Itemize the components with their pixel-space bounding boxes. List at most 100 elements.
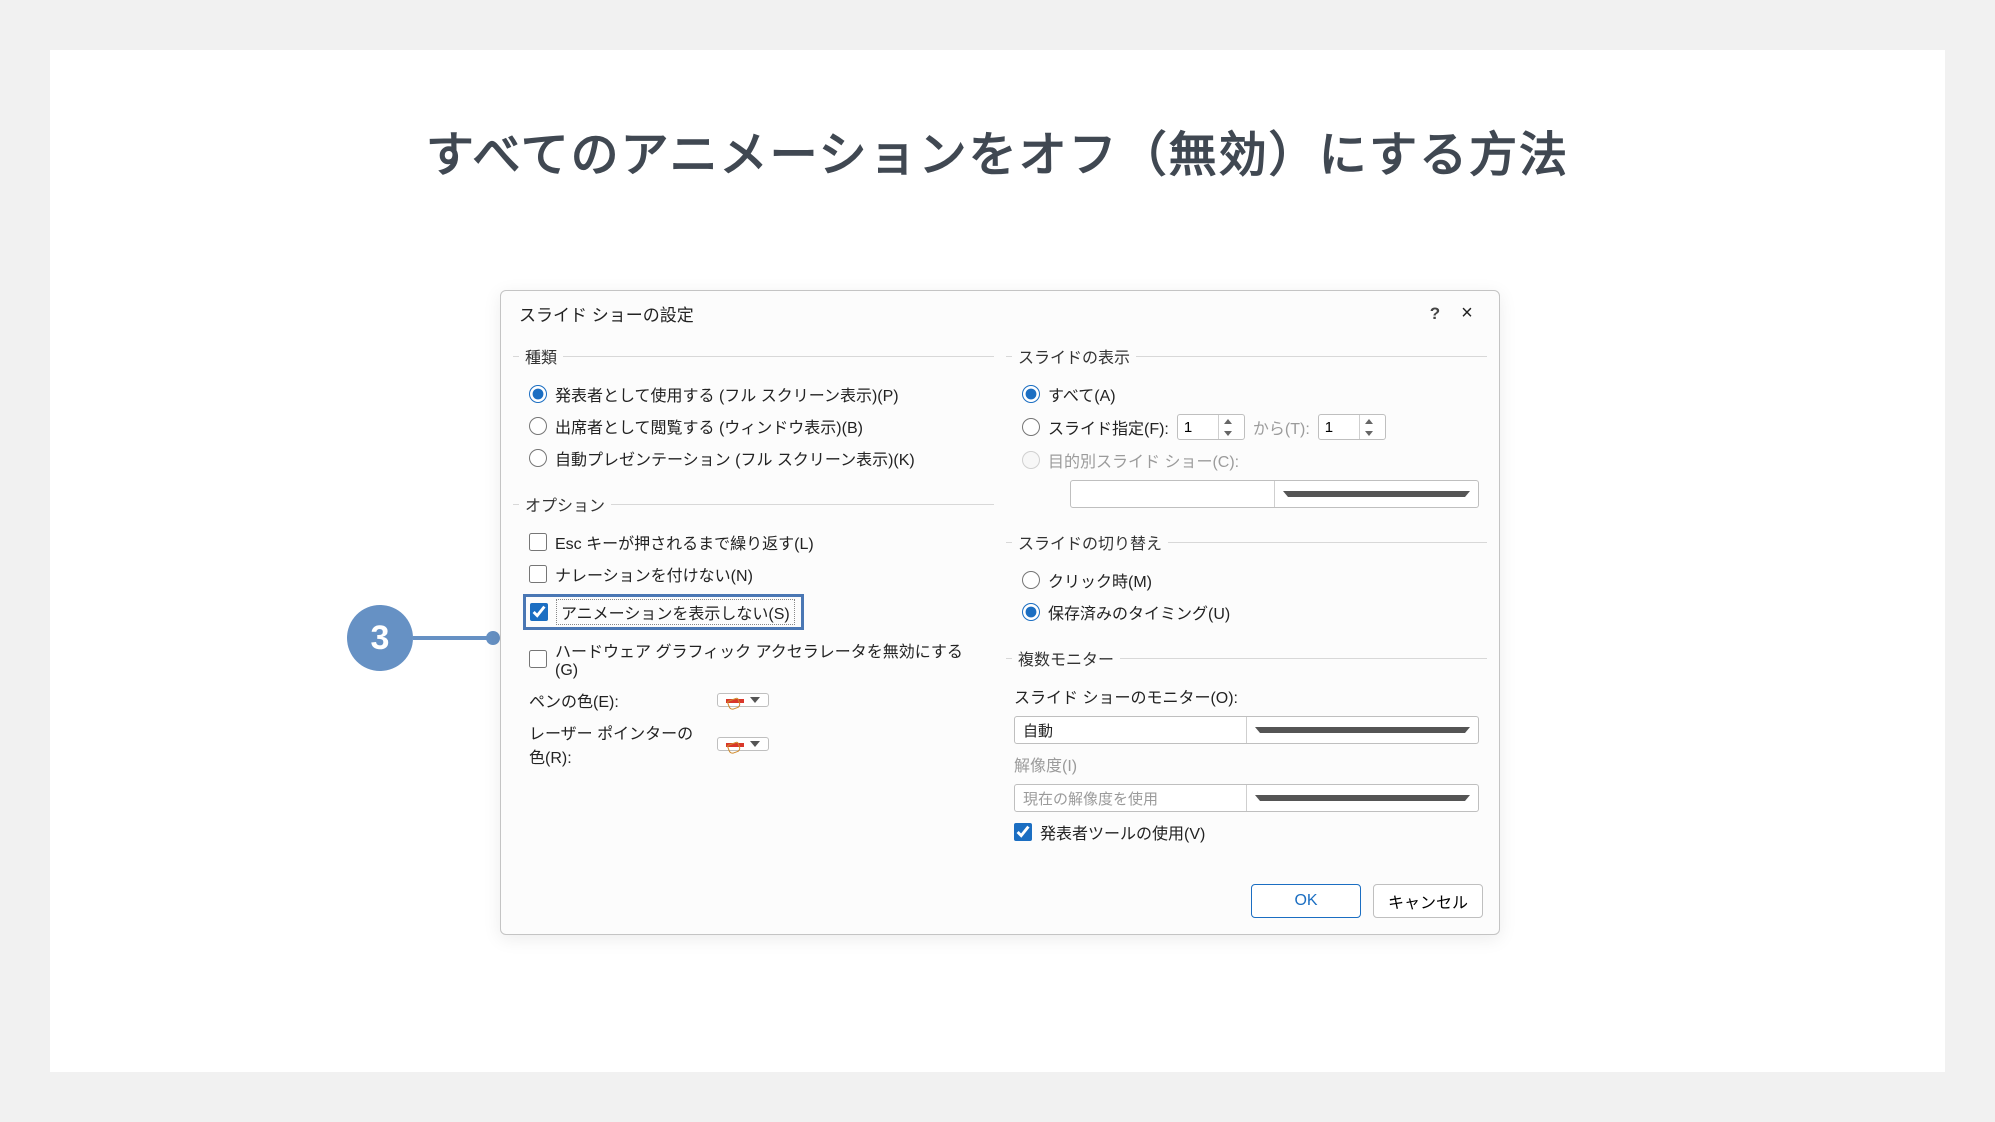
slideshow-settings-dialog: スライド ショーの設定 ? × 種類 発表者として使用する (フル スクリーン表… xyxy=(500,290,1500,935)
radio-browse-label: 出席者として閲覧する (ウィンドウ表示)(B) xyxy=(555,414,863,438)
check-narration-input[interactable] xyxy=(529,565,547,583)
check-loop-label: Esc キーが押されるまで繰り返す(L) xyxy=(555,530,814,554)
check-hardware-label: ハードウェア グラフィック アクセラレータを無効にする(G) xyxy=(555,638,986,680)
monitor-label: スライド ショーのモニター(O): xyxy=(1014,684,1238,708)
radio-browse-input[interactable] xyxy=(529,417,547,435)
check-loop[interactable]: Esc キーが押されるまで繰り返す(L) xyxy=(519,526,988,558)
dialog-title: スライド ショーの設定 xyxy=(519,301,1421,326)
step-connector-line xyxy=(413,636,488,640)
cancel-button[interactable]: キャンセル xyxy=(1373,884,1483,918)
check-animation-row: アニメーションを表示しない(S) xyxy=(519,590,988,634)
check-loop-input[interactable] xyxy=(529,533,547,551)
radio-kiosk-input[interactable] xyxy=(529,449,547,467)
radio-presenter-label: 発表者として使用する (フル スクリーン表示)(P) xyxy=(555,382,899,406)
paint-bucket-icon xyxy=(726,741,744,747)
radio-custom-show: 目的別スライド ショー(C): xyxy=(1012,444,1481,476)
chevron-down-icon[interactable] xyxy=(1246,717,1478,743)
radio-presenter-input[interactable] xyxy=(529,385,547,403)
group-show-slides-legend: スライドの表示 xyxy=(1012,344,1136,368)
group-advance-legend: スライドの切り替え xyxy=(1012,530,1168,554)
check-hardware-input[interactable] xyxy=(529,650,547,668)
paint-bucket-icon xyxy=(726,697,744,703)
check-hardware[interactable]: ハードウェア グラフィック アクセラレータを無効にする(G) xyxy=(519,634,988,684)
chevron-down-icon xyxy=(1224,431,1232,436)
step-badge-3: 3 xyxy=(347,605,413,671)
from-spinner-buttons[interactable] xyxy=(1218,415,1238,439)
chevron-down-icon xyxy=(1246,785,1478,811)
from-spinner[interactable] xyxy=(1177,414,1245,440)
group-monitors-legend: 複数モニター xyxy=(1012,646,1120,670)
close-button[interactable]: × xyxy=(1449,302,1485,325)
chevron-down-icon xyxy=(1274,481,1478,507)
right-column: スライドの表示 すべて(A) スライド指定(F): xyxy=(1006,338,1487,866)
pen-color-row: ペンの色(E): xyxy=(519,684,988,716)
radio-all-slides-label: すべて(A) xyxy=(1048,382,1116,406)
to-spinner-buttons[interactable] xyxy=(1359,415,1379,439)
custom-show-combo-row xyxy=(1012,476,1481,512)
group-options: オプション Esc キーが押されるまで繰り返す(L) ナレーションを付けない(N… xyxy=(513,492,994,780)
check-presenter-view[interactable]: 発表者ツールの使用(V) xyxy=(1012,816,1481,848)
radio-range-label: スライド指定(F): xyxy=(1048,415,1169,439)
to-value[interactable] xyxy=(1319,419,1359,436)
dialog-footer: OK キャンセル xyxy=(501,876,1499,934)
radio-timing[interactable]: 保存済みのタイミング(U) xyxy=(1012,596,1481,628)
step-number: 3 xyxy=(371,619,390,658)
radio-timing-input[interactable] xyxy=(1022,603,1040,621)
resolution-combo: 現在の解像度を使用 xyxy=(1014,784,1479,812)
check-animation-input[interactable] xyxy=(530,603,548,621)
radio-timing-label: 保存済みのタイミング(U) xyxy=(1048,600,1230,624)
dialog-titlebar: スライド ショーの設定 ? × xyxy=(501,291,1499,334)
radio-range-row: スライド指定(F): から(T): xyxy=(1012,410,1481,444)
range-to-label: から(T): xyxy=(1253,415,1310,439)
monitor-label-row: スライド ショーのモニター(O): xyxy=(1012,680,1481,712)
laser-color-row: レーザー ポインターの色(R): xyxy=(519,716,988,772)
check-narration-label: ナレーションを付けない(N) xyxy=(555,562,753,586)
radio-browse[interactable]: 出席者として閲覧する (ウィンドウ表示)(B) xyxy=(519,410,988,442)
left-column: 種類 発表者として使用する (フル スクリーン表示)(P) 出席者として閲覧する… xyxy=(513,338,994,866)
check-presenter-view-label: 発表者ツールの使用(V) xyxy=(1040,820,1205,844)
radio-manual-input[interactable] xyxy=(1022,571,1040,589)
tutorial-canvas: すべてのアニメーションをオフ（無効）にする方法 3 スライド ショーの設定 ? … xyxy=(50,50,1945,1072)
chevron-down-icon xyxy=(750,741,760,747)
group-show-type: 種類 発表者として使用する (フル スクリーン表示)(P) 出席者として閲覧する… xyxy=(513,344,994,482)
check-presenter-view-input[interactable] xyxy=(1014,823,1032,841)
animation-highlight: アニメーションを表示しない(S) xyxy=(523,594,804,630)
group-options-legend: オプション xyxy=(519,492,611,516)
radio-range-input[interactable] xyxy=(1022,418,1040,436)
group-show-type-legend: 種類 xyxy=(519,344,563,368)
group-monitors: 複数モニター スライド ショーのモニター(O): 自動 解像度(I) xyxy=(1006,646,1487,856)
group-show-slides: スライドの表示 すべて(A) スライド指定(F): xyxy=(1006,344,1487,520)
radio-all-slides[interactable]: すべて(A) xyxy=(1012,378,1481,410)
group-advance-slides: スライドの切り替え クリック時(M) 保存済みのタイミング(U) xyxy=(1006,530,1487,636)
monitor-value: 自動 xyxy=(1015,720,1246,741)
radio-custom-show-label: 目的別スライド ショー(C): xyxy=(1048,448,1239,472)
check-animation-label[interactable]: アニメーションを表示しない(S) xyxy=(556,599,795,625)
resolution-combo-row: 現在の解像度を使用 xyxy=(1012,780,1481,816)
laser-color-label: レーザー ポインターの色(R): xyxy=(529,720,709,768)
chevron-down-icon xyxy=(750,697,760,703)
radio-kiosk-label: 自動プレゼンテーション (フル スクリーン表示)(K) xyxy=(555,446,915,470)
chevron-up-icon xyxy=(1365,419,1373,424)
radio-kiosk[interactable]: 自動プレゼンテーション (フル スクリーン表示)(K) xyxy=(519,442,988,474)
custom-show-combo xyxy=(1070,480,1479,508)
resolution-label-row: 解像度(I) xyxy=(1012,748,1481,780)
radio-presenter[interactable]: 発表者として使用する (フル スクリーン表示)(P) xyxy=(519,378,988,410)
pen-color-label: ペンの色(E): xyxy=(529,688,709,712)
step-connector-dot xyxy=(486,631,500,645)
monitor-combo[interactable]: 自動 xyxy=(1014,716,1479,744)
radio-manual[interactable]: クリック時(M) xyxy=(1012,564,1481,596)
to-spinner[interactable] xyxy=(1318,414,1386,440)
chevron-up-icon xyxy=(1224,419,1232,424)
from-value[interactable] xyxy=(1178,419,1218,436)
chevron-down-icon xyxy=(1365,431,1373,436)
laser-color-button[interactable] xyxy=(717,737,769,751)
ok-button[interactable]: OK xyxy=(1251,884,1361,918)
help-button[interactable]: ? xyxy=(1421,304,1449,324)
check-narration[interactable]: ナレーションを付けない(N) xyxy=(519,558,988,590)
radio-all-slides-input[interactable] xyxy=(1022,385,1040,403)
resolution-value: 現在の解像度を使用 xyxy=(1015,788,1246,809)
monitor-combo-row: 自動 xyxy=(1012,712,1481,748)
pen-color-button[interactable] xyxy=(717,693,769,707)
radio-custom-show-input xyxy=(1022,451,1040,469)
radio-manual-label: クリック時(M) xyxy=(1048,568,1152,592)
